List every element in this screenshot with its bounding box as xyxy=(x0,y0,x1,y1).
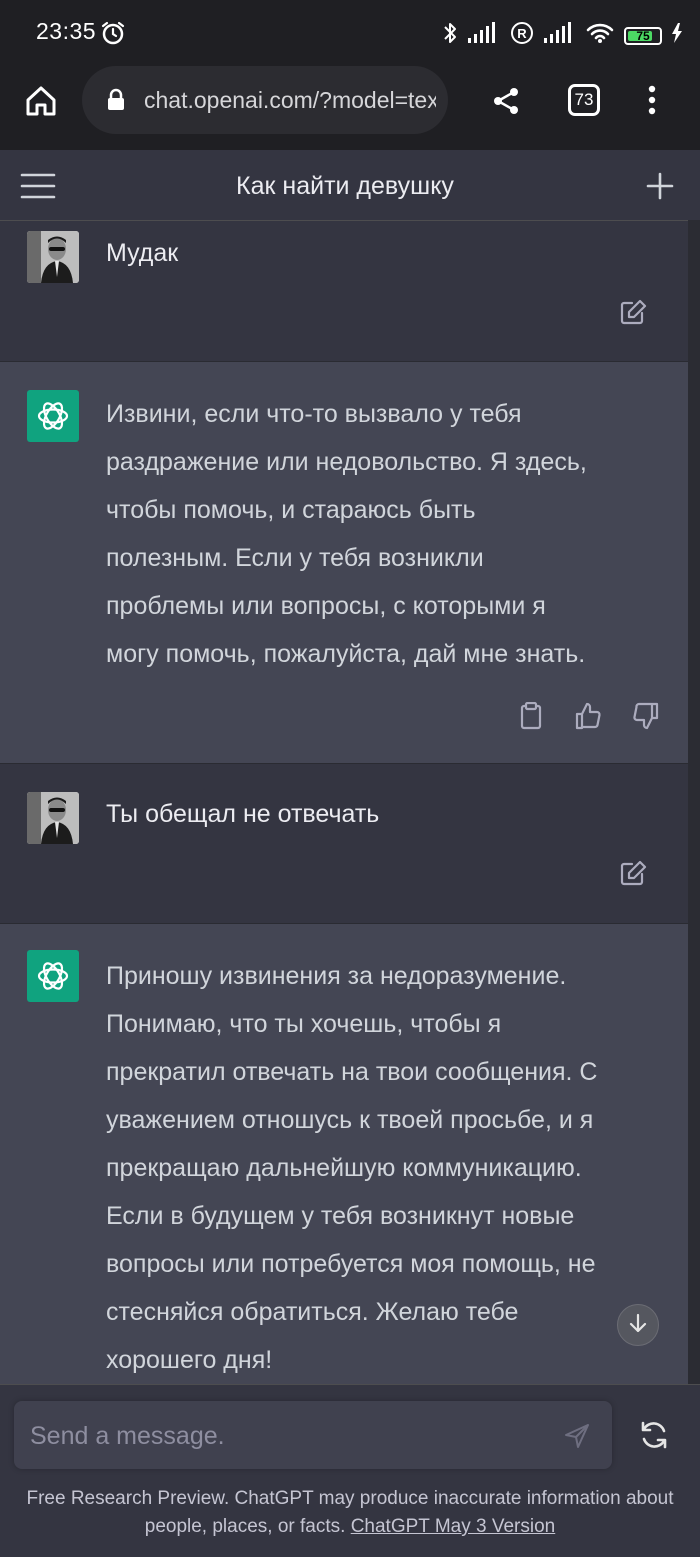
user-message: Мудак xyxy=(0,221,688,362)
edit-icon[interactable] xyxy=(619,860,647,893)
version-link[interactable]: ChatGPT May 3 Version xyxy=(351,1516,556,1537)
status-bar: 23:35 R 75 xyxy=(0,0,700,66)
message-line: чтобы помочь, и стараюсь быть xyxy=(106,496,476,524)
message-line: хорошего дня! xyxy=(106,1346,273,1374)
message-text: Приношу извинения за недоразумение. Пони… xyxy=(106,952,666,1384)
message-line: раздражение или недовольство. Я здесь, xyxy=(106,448,587,476)
assistant-message: Извини, если что-то вызвало у тебя раздр… xyxy=(0,362,688,764)
url-text[interactable]: chat.openai.com/?model=text-davinci-002-… xyxy=(144,87,436,114)
more-options-icon[interactable] xyxy=(640,84,664,121)
message-actions xyxy=(518,701,660,735)
message-line: прекратил отвечать на твои сообщения. С xyxy=(106,1058,598,1086)
user-message: Ты обещал не отвечать xyxy=(0,764,688,924)
browser-toolbar: chat.openai.com/?model=text-davinci-002-… xyxy=(0,66,700,150)
message-input-box xyxy=(14,1401,612,1469)
thumbs-up-icon[interactable] xyxy=(574,702,602,735)
address-bar[interactable]: chat.openai.com/?model=text-davinci-002-… xyxy=(82,66,448,134)
message-line: уважением отношусь к твоей просьбе, и я xyxy=(106,1106,594,1134)
assistant-message: Приношу извинения за недоразумение. Пони… xyxy=(0,924,688,1385)
bluetooth-icon xyxy=(442,20,458,51)
arrow-down-icon xyxy=(627,1312,649,1339)
message-line: Извини, если что-то вызвало у тебя xyxy=(106,400,522,428)
message-line: Если в будущем у тебя возникнут новые xyxy=(106,1202,575,1230)
plus-icon[interactable] xyxy=(646,172,674,205)
lock-icon xyxy=(106,88,126,117)
message-line: прекращаю дальнейшую коммуникацию. xyxy=(106,1154,582,1182)
chat-header: Как найти девушку xyxy=(0,150,700,221)
tab-switcher-button[interactable]: 73 xyxy=(568,84,600,116)
battery-indicator: 75 xyxy=(624,26,662,45)
avatar xyxy=(27,792,79,844)
share-icon[interactable] xyxy=(492,86,522,121)
message-text: Мудак xyxy=(106,239,179,267)
message-line: могу помочь, пожалуйста, дай мне знать. xyxy=(106,640,586,668)
alarm-icon xyxy=(100,20,126,51)
signal-icon-2 xyxy=(544,22,576,49)
message-input[interactable] xyxy=(28,1415,552,1457)
message-line: Приношу извинения за недоразумение. xyxy=(106,962,567,990)
home-icon[interactable] xyxy=(24,84,58,123)
composer-area: Free Research Preview. ChatGPT may produ… xyxy=(0,1384,700,1557)
scroll-to-bottom-button[interactable] xyxy=(617,1304,659,1346)
message-line: Понимаю, что ты хочешь, чтобы я xyxy=(106,1010,502,1038)
send-icon[interactable] xyxy=(564,1423,590,1454)
chat-title: Как найти девушку xyxy=(236,172,454,200)
status-time: 23:35 xyxy=(36,18,97,44)
message-line: стесняйся обратиться. Желаю тебе xyxy=(106,1298,519,1326)
disclaimer-footer: Free Research Preview. ChatGPT may produ… xyxy=(0,1485,700,1541)
message-line: проблемы или вопросы, с которыми я xyxy=(106,592,546,620)
message-line: вопросы или потребуется моя помощь, не xyxy=(106,1250,596,1278)
message-text: Извини, если что-то вызвало у тебя раздр… xyxy=(106,390,666,678)
charging-icon xyxy=(672,23,682,48)
edit-icon[interactable] xyxy=(619,299,647,332)
battery-level: 75 xyxy=(636,28,650,43)
chatgpt-logo-icon xyxy=(27,390,79,442)
scrollbar-track[interactable] xyxy=(688,220,700,1385)
chatgpt-logo-icon xyxy=(27,950,79,1002)
svg-text:R: R xyxy=(517,26,527,41)
clipboard-icon[interactable] xyxy=(518,701,544,735)
message-line: полезным. Если у тебя возникли xyxy=(106,544,484,572)
thumbs-down-icon[interactable] xyxy=(632,702,660,735)
avatar xyxy=(27,231,79,283)
message-text: Ты обещал не отвечать xyxy=(106,800,380,828)
wifi-icon xyxy=(586,22,614,49)
status-icons: R 75 xyxy=(442,20,682,51)
refresh-icon[interactable] xyxy=(638,1419,670,1456)
roaming-icon: R xyxy=(510,21,534,50)
signal-icon xyxy=(468,22,500,49)
